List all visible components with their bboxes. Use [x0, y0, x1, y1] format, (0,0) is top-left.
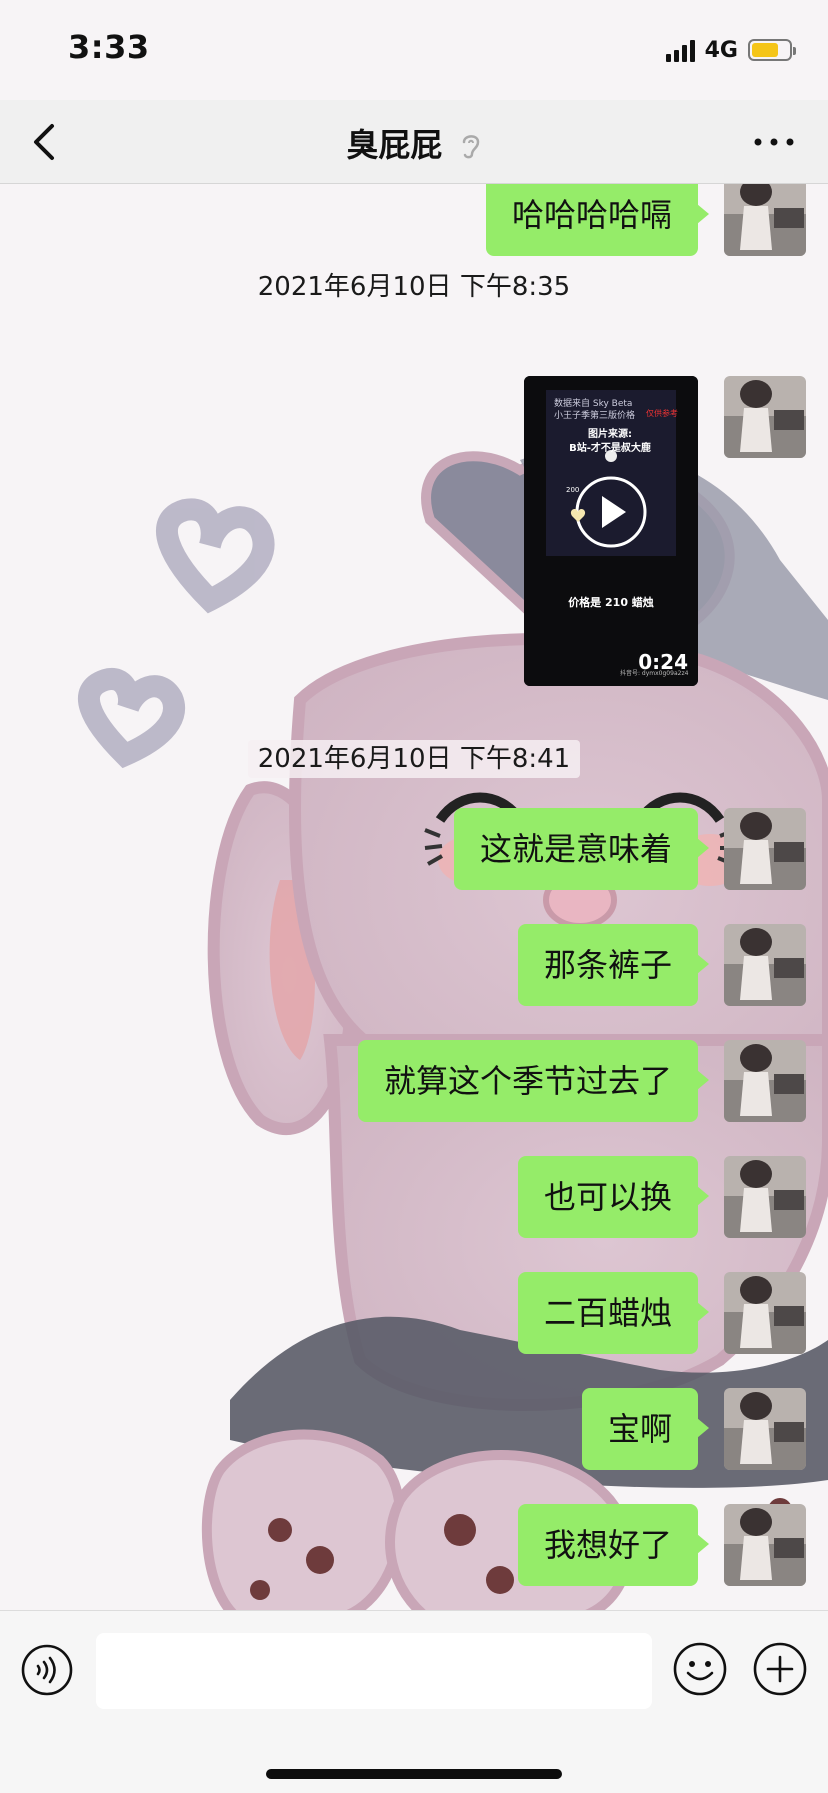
message-bubble[interactable]: 哈哈哈哈嗝	[485, 184, 710, 256]
video-line: 数据来自 Sky Beta	[554, 399, 633, 409]
message-row: 也可以换	[517, 1156, 806, 1240]
avatar-image	[724, 376, 806, 458]
more-dots-icon	[754, 138, 794, 146]
video-thumbnail	[524, 376, 698, 686]
status-indicators: 4G	[665, 36, 796, 64]
avatar-image	[724, 184, 806, 256]
timestamp-text: 2021年6月10日 下午8:35	[257, 272, 571, 302]
video-message[interactable]: 数据来自 Sky Beta 小王子季第三版价格 仅供参考 图片来源: B站-才不…	[524, 376, 698, 686]
avatar-image	[724, 924, 806, 1006]
emoji-icon	[673, 1642, 727, 1696]
more-button[interactable]	[750, 124, 798, 160]
message-row: 宝啊	[581, 1388, 806, 1472]
message-bubble[interactable]: 那条裤子	[517, 924, 710, 1006]
avatar-image	[724, 1388, 806, 1470]
avatar[interactable]	[724, 1156, 806, 1238]
avatar[interactable]	[724, 1388, 806, 1470]
avatar-image	[724, 1156, 806, 1238]
video-number: 200	[566, 486, 580, 494]
home-indicator	[266, 1769, 562, 1779]
battery-level	[752, 43, 778, 57]
timestamp: 2021年6月10日 下午8:41	[0, 738, 828, 778]
avatar[interactable]	[724, 1040, 806, 1122]
message-row: 那条裤子	[517, 924, 806, 1008]
message-row: 二百蜡烛	[517, 1272, 806, 1356]
message-bubble[interactable]: 这就是意味着	[453, 808, 710, 890]
message-bubble[interactable]: 就算这个季节过去了	[357, 1040, 710, 1122]
message-input[interactable]	[96, 1633, 652, 1709]
voice-icon	[21, 1644, 73, 1696]
avatar-image	[724, 808, 806, 890]
video-line: B站-才不是叔大鹿	[569, 443, 651, 454]
chat-title: 臭屁屁	[346, 126, 443, 164]
battery-icon	[748, 39, 796, 61]
avatar[interactable]	[724, 376, 806, 458]
video-caption-top: 数据来自 Sky Beta 小王子季第三版价格	[554, 398, 635, 422]
avatar[interactable]	[724, 924, 806, 1006]
status-bar: 3:33 4G	[0, 0, 828, 100]
status-time: 3:33	[68, 28, 150, 66]
signal-icon	[665, 38, 695, 62]
message-row: 这就是意味着	[453, 808, 806, 892]
video-note: 仅供参考	[646, 409, 678, 418]
nav-bar: 臭屁屁	[0, 100, 828, 184]
plus-icon	[753, 1642, 807, 1696]
message-row: 我想好了	[517, 1504, 806, 1588]
message-row: 就算这个季节过去了	[357, 1040, 806, 1124]
network-label: 4G	[704, 37, 738, 63]
avatar-image	[724, 1040, 806, 1122]
video-duration: 0:24	[638, 650, 688, 674]
video-line: 图片来源:	[588, 429, 632, 440]
chat-area[interactable]: 哈哈哈哈嗝 2021年6月10日 下午8:35 数据来自 Sky Beta 小王…	[0, 184, 828, 1610]
ear-mute-icon	[462, 135, 479, 159]
avatar-image	[724, 1272, 806, 1354]
avatar[interactable]	[724, 808, 806, 890]
message-bubble[interactable]: 二百蜡烛	[517, 1272, 710, 1354]
message-bubble[interactable]: 宝啊	[581, 1388, 710, 1470]
message-bubble[interactable]: 我想好了	[517, 1504, 710, 1586]
timestamp-text: 2021年6月10日 下午8:41	[247, 740, 581, 778]
avatar-image	[724, 1504, 806, 1586]
plus-button[interactable]	[752, 1641, 808, 1697]
video-source: 图片来源: B站-才不是叔大鹿	[554, 428, 666, 456]
video-price: 价格是 210 蜡烛	[568, 596, 654, 609]
input-bar	[0, 1610, 828, 1793]
voice-button[interactable]	[20, 1643, 74, 1697]
video-line: 小王子季第三版价格	[554, 411, 636, 421]
emoji-button[interactable]	[672, 1641, 728, 1697]
timestamp: 2021年6月10日 下午8:35	[0, 266, 828, 303]
avatar[interactable]	[724, 1504, 806, 1586]
message-row: 哈哈哈哈嗝	[485, 184, 806, 258]
chat-title-wrap: 臭屁屁	[0, 120, 828, 166]
avatar[interactable]	[724, 1272, 806, 1354]
message-bubble[interactable]: 也可以换	[517, 1156, 710, 1238]
avatar[interactable]	[724, 184, 806, 256]
